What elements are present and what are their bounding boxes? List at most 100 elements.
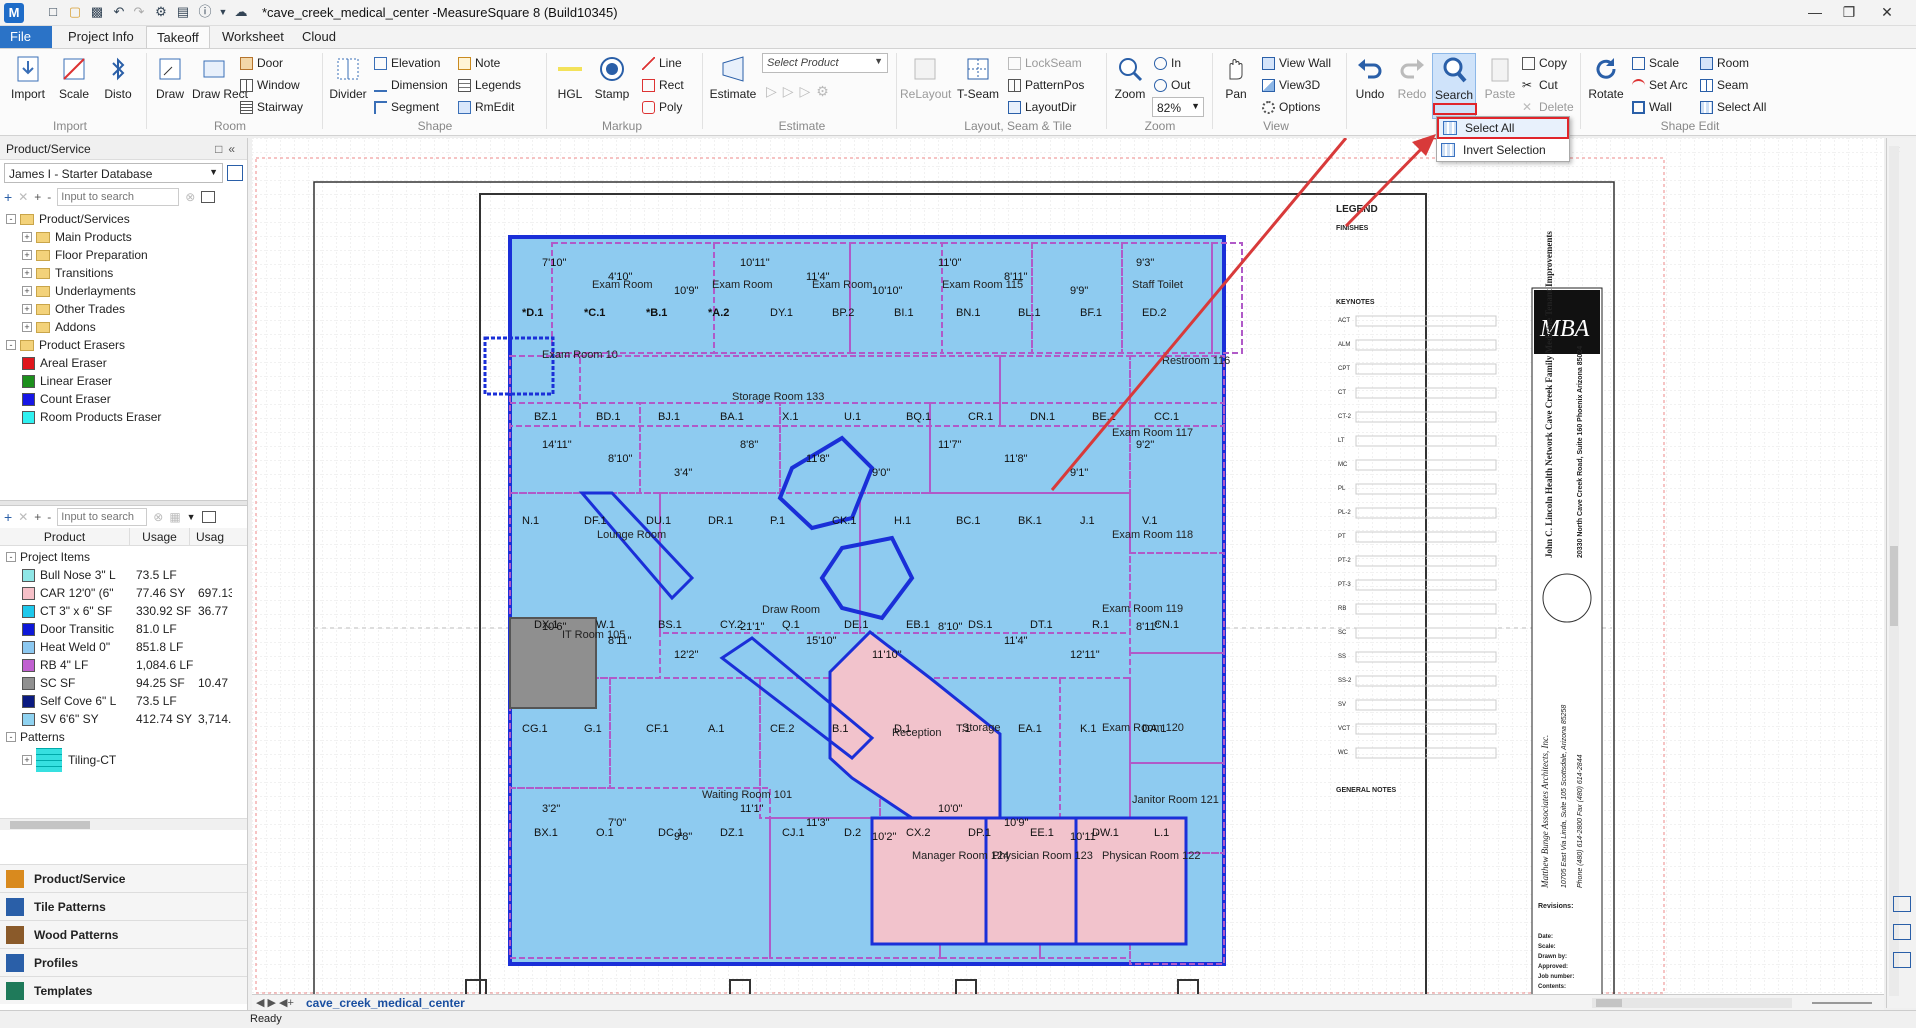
draw-rect-button[interactable]: Draw Rect [192,53,248,115]
drawing-canvas[interactable]: Exam Room Exam Room Exam Room Exam Room 115… [252,138,1884,1008]
app-logo-icon[interactable]: M [4,3,24,23]
legends-button[interactable]: Legends [458,75,521,95]
table-row[interactable]: RB 4" LF 1,084.6 LF [6,656,241,674]
wall-button[interactable]: Wall [1632,97,1672,117]
column-header-product[interactable]: Product [0,528,130,545]
tab-worksheet[interactable]: Worksheet [212,26,294,48]
product-search-input[interactable] [57,188,180,206]
tree-item[interactable]: - Product Erasers [6,336,241,354]
expand-toggle-icon[interactable]: + [22,250,32,260]
sheet-tab[interactable]: cave_creek_medical_center [306,996,465,1010]
expand-toggle-icon[interactable]: + [22,268,32,278]
patternpos-button[interactable]: PatternPos [1008,75,1084,95]
save-icon[interactable]: ▩ [88,3,106,21]
poly-button[interactable]: Poly [642,97,682,117]
expand-toggle-icon[interactable]: + [22,755,32,765]
dimension-button[interactable]: Dimension [374,75,448,95]
set-arc-button[interactable]: Set Arc [1632,75,1688,95]
hgl-button[interactable]: HGL [548,53,592,115]
pan-button[interactable]: Pan [1214,53,1258,115]
rotate-button[interactable]: Rotate [1584,53,1628,115]
vertical-scrollbar[interactable] [1889,146,1899,996]
dropdown-quick-icon[interactable]: ▼ [214,3,232,21]
seam-button[interactable]: Seam [1700,75,1748,95]
add-icon[interactable]: + [4,189,12,205]
table-row[interactable]: CT 3" x 6" SF 330.92 SF 36.77 [6,602,241,620]
rmedit-button[interactable]: RmEdit [458,97,514,117]
navigator-tile-patterns[interactable]: Tile Patterns [0,892,247,920]
panel-pin-icon[interactable]: □« [215,142,241,156]
elevation-button[interactable]: Elevation [374,53,440,73]
layer-icon[interactable] [1893,924,1911,940]
minimize-button[interactable]: — [1800,2,1830,22]
options-button[interactable]: Options [1262,97,1320,117]
table-row[interactable]: SC SF 94.25 SF 10.47 [6,674,241,692]
layer-icon[interactable] [1893,896,1911,912]
estimate-button[interactable]: Estimate [706,53,760,115]
tree-item[interactable]: - Product/Services [6,210,241,228]
grid-view-icon[interactable] [201,511,216,523]
tab-project-info[interactable]: Project Info [58,26,144,48]
paste-button[interactable]: Paste [1478,53,1522,115]
layer-icon[interactable] [1893,952,1911,968]
close-button[interactable]: ✕ [1872,2,1902,22]
zoom-button[interactable]: Zoom [1108,53,1152,115]
expand-toggle-icon[interactable]: + [22,232,32,242]
scrollbar-thumb[interactable] [1890,546,1898,626]
tree-item[interactable]: + Other Trades [6,300,241,318]
zoom-level-dropdown[interactable]: 82% ▼ [1152,97,1204,117]
tree-item[interactable]: + Main Products [6,228,241,246]
tree-item[interactable]: Count Eraser [6,390,241,408]
tab-cloud[interactable]: Cloud [292,26,346,48]
new-file-icon[interactable]: □ [44,3,62,21]
tab-takeoff[interactable]: Takeoff [146,26,210,48]
disto-button[interactable]: Disto [96,53,140,115]
expand-toggle-icon[interactable]: - [6,214,16,224]
tree-item[interactable]: + Underlayments [6,282,241,300]
copy-button[interactable]: Copy [1522,53,1567,73]
scale-edit-button[interactable]: Scale [1632,53,1679,73]
zoom-slider[interactable] [1812,1002,1872,1004]
scrollbar-thumb[interactable] [10,821,90,829]
window-button[interactable]: Window [240,75,300,95]
pattern-item[interactable]: + Tiling-CT [6,746,241,774]
database-dropdown[interactable]: James I - Starter Database ▼ [4,163,223,183]
table-row[interactable]: Heat Weld 0" 851.8 LF [6,638,241,656]
table-group[interactable]: - Patterns [6,728,241,746]
relayout-button[interactable]: ReLayout [900,53,951,115]
view3d-button[interactable]: View3D [1262,75,1320,95]
note-button[interactable]: Note [458,53,500,73]
expand-toggle-icon[interactable]: + [22,322,32,332]
select-all-ribbon-button[interactable]: Select All [1700,97,1766,117]
chevron-down-icon[interactable]: ▼ [187,512,196,522]
expand-toggle-icon[interactable]: - [6,552,16,562]
remove-icon[interactable]: ✕ [18,190,28,204]
sync-icon[interactable] [227,165,243,181]
undo-button[interactable]: Undo [1348,53,1392,115]
clipboard-icon[interactable]: ▤ [174,3,192,21]
add-small-icon[interactable]: + [34,510,41,524]
undo-quick-icon[interactable]: ↶ [110,3,128,21]
navigator-product-service[interactable]: Product/Service [0,864,247,892]
remove-icon[interactable]: ✕ [18,510,28,524]
cloud-icon[interactable]: ☁ [232,3,250,21]
scrollbar-thumb[interactable] [1596,999,1622,1007]
view-wall-button[interactable]: View Wall [1262,53,1331,73]
horizontal-scrollbar[interactable] [1592,998,1792,1008]
expand-toggle-icon[interactable]: + [22,304,32,314]
room-select-button[interactable]: Room [1700,53,1749,73]
line-button[interactable]: Line [642,53,682,73]
table-group[interactable]: - Project Items [6,548,241,566]
table-row[interactable]: Door Transitic 81.0 LF [6,620,241,638]
open-folder-icon[interactable]: ▢ [66,3,84,21]
sheet-nav-icons[interactable]: ◀ ▶ ◀+ [256,996,294,1009]
tree-item[interactable]: + Transitions [6,264,241,282]
invert-selection-menu-item[interactable]: Invert Selection [1437,139,1569,161]
redo-button[interactable]: Redo [1390,53,1434,115]
divider-button[interactable]: Divider [326,53,370,115]
zoom-out-button[interactable]: Out [1154,75,1190,95]
navigator-profiles[interactable]: Profiles [0,948,247,976]
select-product-dropdown[interactable]: Select Product ▼ [762,53,888,73]
tseam-button[interactable]: T-Seam [954,53,1002,115]
zoom-in-button[interactable]: In [1154,53,1181,73]
